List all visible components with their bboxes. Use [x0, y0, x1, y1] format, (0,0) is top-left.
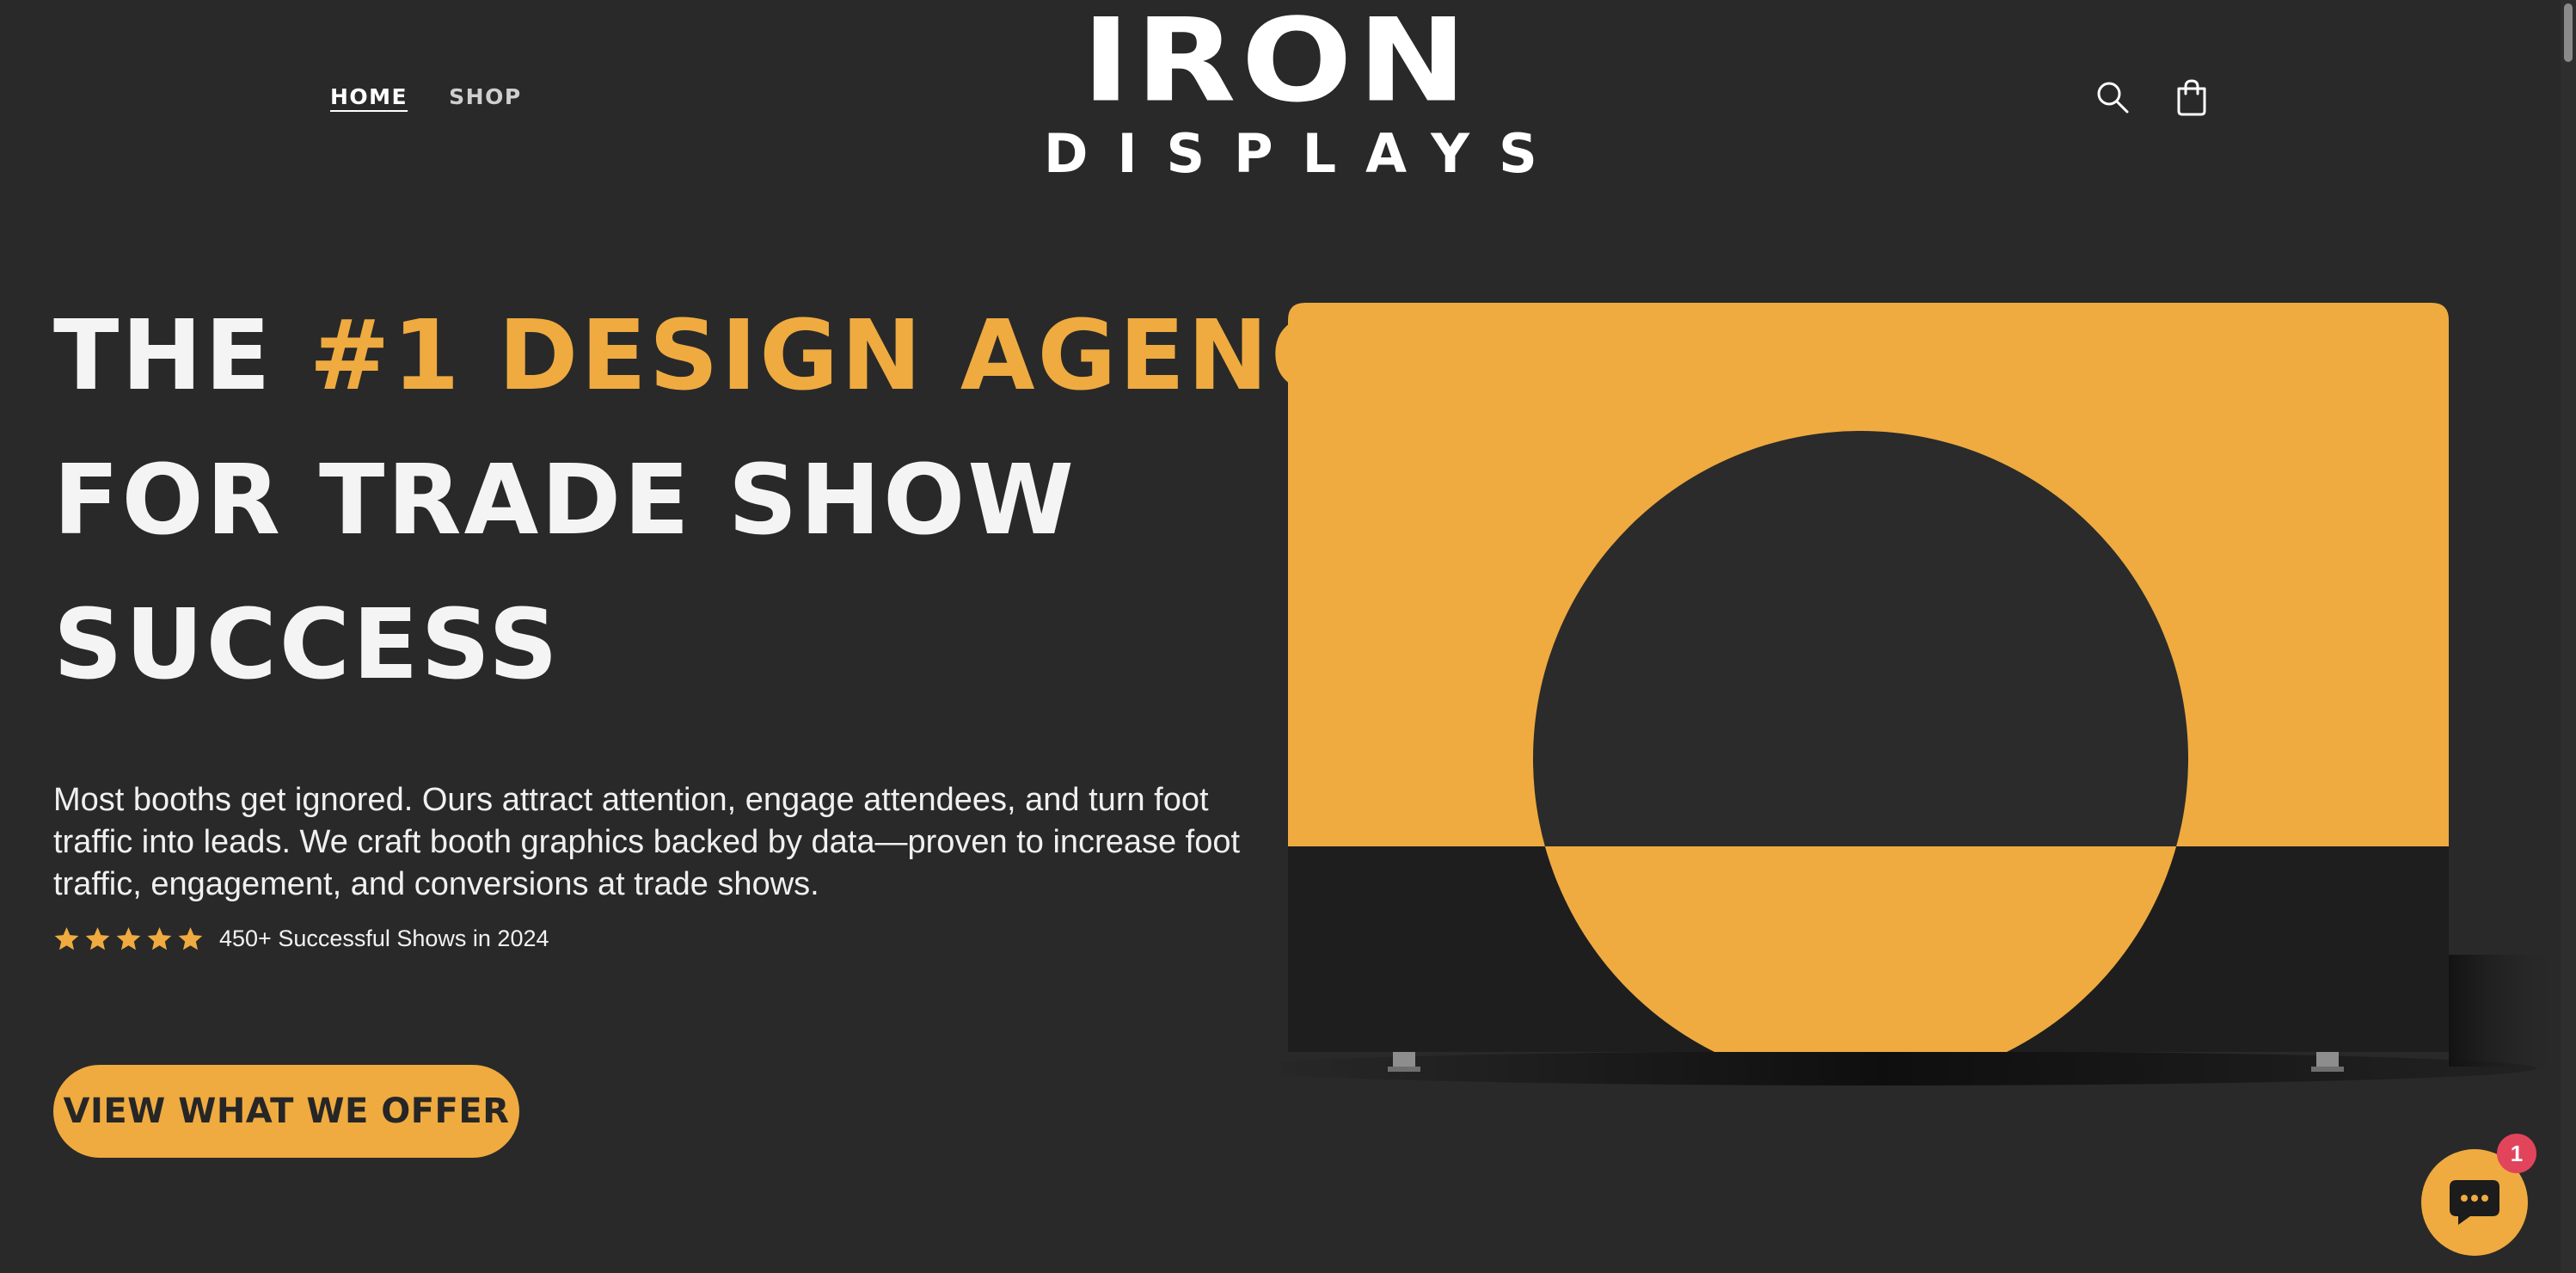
- star-rating: [53, 926, 204, 952]
- star-icon: [116, 926, 141, 950]
- nav-home-link[interactable]: HOME: [330, 84, 408, 109]
- headline-prefix: THE: [53, 300, 310, 412]
- logo-wordmark-top: IRON: [1081, 0, 1473, 128]
- headline-accent: #1 DESIGN AGENCY: [309, 300, 1417, 412]
- view-offer-button[interactable]: VIEW WHAT WE OFFER: [53, 1065, 519, 1158]
- rating-row: 450+ Successful Shows in 2024: [53, 926, 549, 952]
- rating-text: 450+ Successful Shows in 2024: [219, 926, 549, 951]
- star-icon: [85, 926, 110, 950]
- scrollbar-thumb[interactable]: [2564, 3, 2573, 62]
- header-actions: [2095, 77, 2210, 117]
- chat-notification-badge: 1: [2497, 1134, 2536, 1173]
- star-icon: [54, 926, 79, 950]
- booth-display-image: [1230, 284, 2576, 1110]
- star-icon: [178, 926, 203, 950]
- brand-logo[interactable]: IRON DISPLAYS: [1015, 0, 1567, 185]
- chat-icon: [2450, 1180, 2499, 1225]
- main-nav: HOME SHOP: [330, 84, 522, 109]
- headline-line-1: THE #1 DESIGN AGENCY: [53, 284, 1414, 428]
- nav-shop-link[interactable]: SHOP: [449, 84, 522, 109]
- headline-line-3: SUCCESS: [53, 589, 561, 701]
- hero-description: Most booths get ignored. Ours attract at…: [53, 782, 1241, 902]
- star-icon: [147, 926, 172, 950]
- page-scrollbar[interactable]: [2561, 0, 2576, 1273]
- logo-wordmark-bottom: DISPLAYS: [1044, 122, 1567, 185]
- hero-headline: THE #1 DESIGN AGENCY FOR TRADE SHOW SUCC…: [53, 284, 1414, 717]
- headline-line-2: FOR TRADE SHOW: [53, 445, 1076, 557]
- page: HOME SHOP IRON DISPLAYS THE #1 DESIGN AG…: [0, 0, 2576, 1273]
- search-icon[interactable]: [2095, 77, 2131, 117]
- cart-icon[interactable]: [2174, 77, 2210, 117]
